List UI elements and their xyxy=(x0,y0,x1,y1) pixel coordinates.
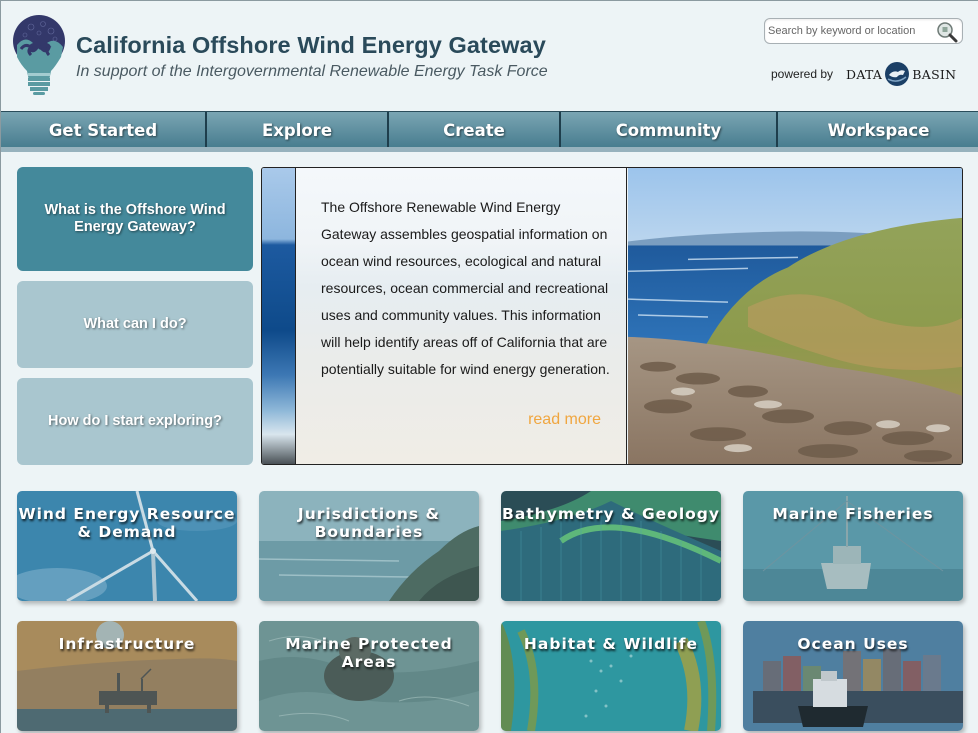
ocean-photo-strip xyxy=(262,168,296,464)
hero-panel: The Offshore Renewable Wind Energy Gatew… xyxy=(261,167,963,465)
read-more-link[interactable]: read more xyxy=(528,411,601,429)
tile-label: Marine Protected Areas xyxy=(285,635,453,671)
site-header: California Offshore Wind Energy Gateway … xyxy=(1,1,978,111)
tile-label: Marine Fisheries xyxy=(772,505,934,523)
nav-community[interactable]: Community xyxy=(561,112,778,148)
tile-marine-protected-areas[interactable]: Marine Protected Areas xyxy=(259,621,479,731)
lightbulb-wave-logo[interactable] xyxy=(11,15,67,97)
data-basin-logo[interactable]: DATA BASIN xyxy=(846,61,956,87)
tile-label: Habitat & Wildlife xyxy=(523,635,699,653)
search-icon[interactable] xyxy=(936,21,958,43)
tile-infrastructure[interactable]: Infrastructure xyxy=(17,621,237,731)
hero-text-panel: The Offshore Renewable Wind Energy Gatew… xyxy=(296,168,627,464)
tile-jurisdictions[interactable]: Jurisdictions & Boundaries xyxy=(259,491,479,601)
nav-get-started[interactable]: Get Started xyxy=(1,112,207,148)
data-basin-logo-left: DATA xyxy=(846,66,883,82)
tile-label: Ocean Uses xyxy=(797,635,909,653)
main-nav: Get Started Explore Create Community Wor… xyxy=(1,111,978,149)
question-what-is-gateway[interactable]: What is the Offshore Wind Energy Gateway… xyxy=(17,167,253,271)
tile-habitat-wildlife[interactable]: Habitat & Wildlife xyxy=(501,621,721,731)
tile-ocean-uses[interactable]: Ocean Uses xyxy=(743,621,963,731)
tile-marine-fisheries[interactable]: Marine Fisheries xyxy=(743,491,963,601)
question-how-start-exploring[interactable]: How do I start exploring? xyxy=(17,378,253,465)
tile-bathymetry[interactable]: Bathymetry & Geology xyxy=(501,491,721,601)
tile-label: Infrastructure xyxy=(58,635,196,653)
nav-explore[interactable]: Explore xyxy=(207,112,389,148)
coastline-elephant-seals-photo xyxy=(628,168,962,464)
question-what-can-i-do[interactable]: What can I do? xyxy=(17,281,253,368)
site-title[interactable]: California Offshore Wind Energy Gateway xyxy=(76,32,546,59)
site-subtitle: In support of the Intergovernmental Rene… xyxy=(76,63,548,80)
search-box xyxy=(764,18,963,44)
powered-by-label: powered by xyxy=(771,67,834,81)
nav-workspace[interactable]: Workspace xyxy=(778,112,978,148)
tile-label: Jurisdictions & Boundaries xyxy=(297,505,441,541)
nav-create[interactable]: Create xyxy=(389,112,561,148)
data-basin-globe-icon xyxy=(885,62,910,86)
tile-label: Wind Energy Resource & Demand xyxy=(18,505,236,541)
tile-label: Bathymetry & Geology xyxy=(502,505,720,523)
hero-description: The Offshore Renewable Wind Energy Gatew… xyxy=(321,199,610,377)
tile-wind-energy[interactable]: Wind Energy Resource & Demand xyxy=(17,491,237,601)
data-basin-logo-right: BASIN xyxy=(912,66,957,82)
nav-divider xyxy=(1,147,978,152)
search-input[interactable] xyxy=(768,22,933,40)
